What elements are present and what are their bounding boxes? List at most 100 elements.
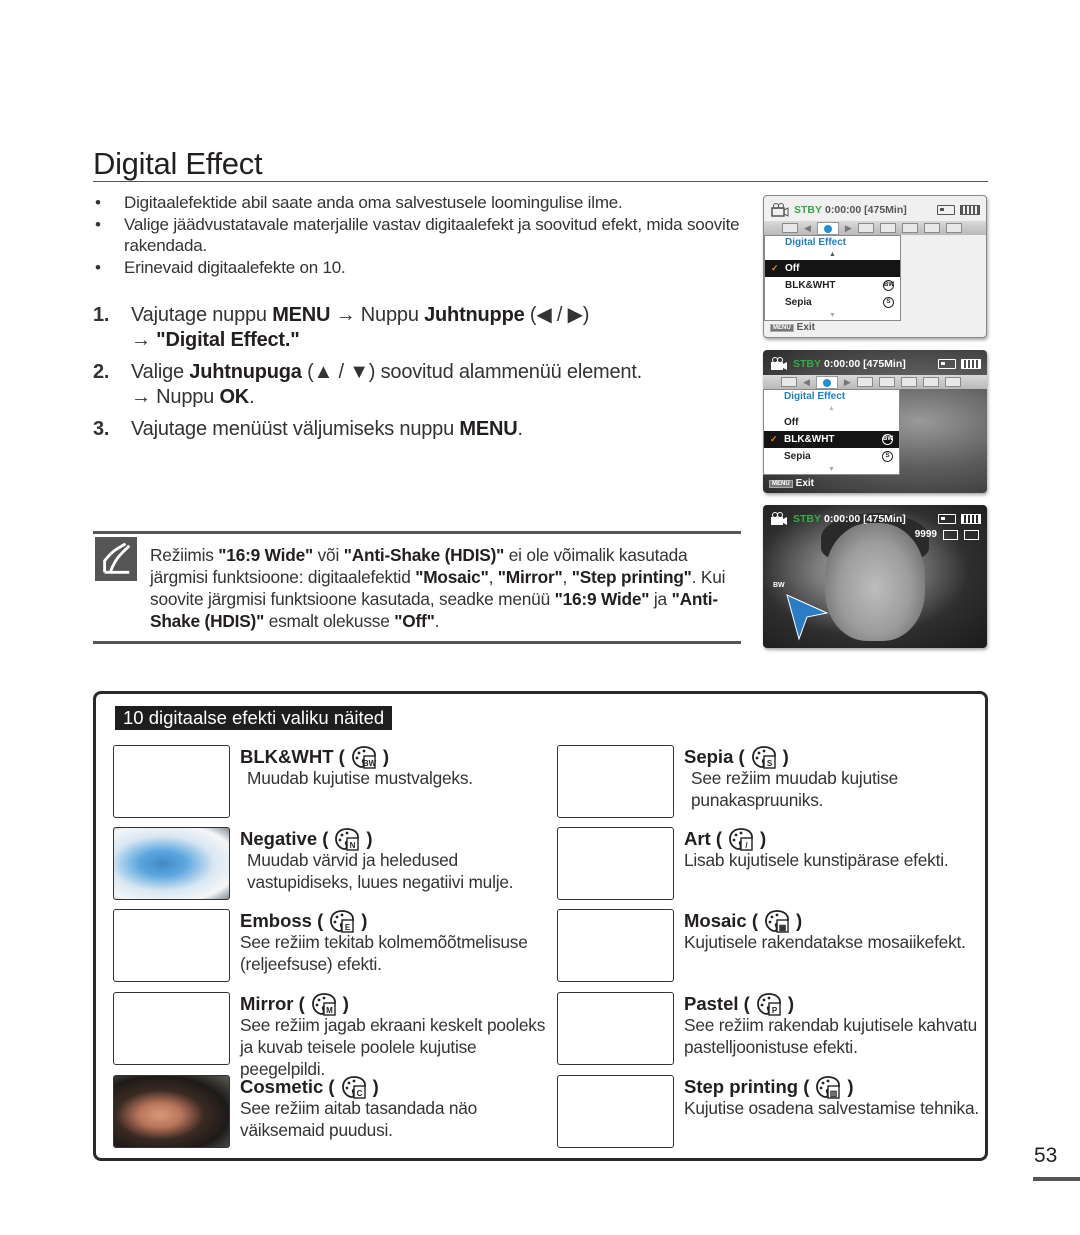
quality-icon [964, 529, 979, 540]
digital-effect-tab-icon [815, 375, 838, 389]
digital-effect-menu: Digital Effect ▲ Off BLK&WHTBW SepiaS ▼ [764, 235, 901, 321]
menu-tab-icon [879, 223, 896, 233]
camcorder-mode-icon [769, 511, 789, 527]
title-divider [93, 181, 988, 182]
instruction-steps: 1. Vajutage nuppu MENU → Nuppu Juhtnuppe… [93, 303, 753, 449]
menu-tab-icon [944, 377, 961, 387]
example-thumbnail [557, 992, 674, 1065]
menu-tab-icon [901, 223, 918, 233]
right-arrow-icon: ▶ [843, 376, 851, 387]
stby-label: STBY [793, 358, 822, 370]
menu-title: Digital Effect [785, 237, 847, 248]
menu-tab-icon [945, 223, 962, 233]
example-thumbnail [557, 745, 674, 818]
memory-card-icon [938, 514, 956, 524]
example-thumbnail [557, 1075, 674, 1148]
remaining-time: [475Min] [863, 358, 906, 370]
status-bar: STBY 0:00:00 [475Min] [769, 509, 981, 529]
menu-item-off[interactable]: Off [764, 414, 899, 431]
step-2: 2. Valige Juhtnupuga (▲ / ▼) soovitud al… [93, 361, 643, 408]
menu-item-blkwht[interactable]: BLK&WHTBW [764, 431, 899, 448]
battery-icon [960, 205, 980, 215]
example-thumbnail [557, 909, 674, 982]
camcorder-mode-icon [769, 356, 789, 372]
note-box: Režiimis "16:9 Wide" või "Anti-Shake (HD… [93, 531, 741, 644]
menu-tab-bar: ◀ ▶ [764, 221, 986, 235]
bw-effect-indicator-icon: BW [773, 582, 785, 589]
effect-name: Mosaic (▦) [684, 909, 803, 933]
exit-hint: MENU Exit [769, 478, 814, 489]
effect-examples-box: 10 digitaalse efekti valiku näited BLK&W… [93, 691, 988, 1161]
effect-description: See režiim muudab kujutise punakaspruuni… [691, 768, 899, 810]
camera-screen-menu-blkwht: STBY 0:00:00 [475Min] ◀ ▶ Digital Effect … [763, 350, 987, 493]
menu-item-off[interactable]: Off [765, 260, 900, 277]
effect-description: See režiim rakendab kujutisele kahvatu p… [684, 1015, 978, 1057]
menu-tab-bar: ◀ ▶ [763, 375, 987, 389]
scroll-up-icon: ▲ [828, 405, 835, 412]
scroll-down-icon: ▼ [828, 466, 835, 473]
effect-name: Negative (N) [240, 828, 373, 851]
mosaic-effect-icon: ▦ [764, 909, 790, 933]
digital-effect-menu: Digital Effect ▲ Off BLK&WHTBW SepiaS ▼ [763, 389, 900, 475]
example-thumbnail [113, 745, 230, 818]
menu-tab-icon [878, 377, 895, 387]
camera-screen-menu-off: STBY 0:00:00 [475Min] ◀ ▶ Digital Effect … [763, 195, 987, 338]
time-counter: 0:00:00 [824, 513, 861, 525]
left-arrow-icon: ◀ [803, 376, 810, 387]
effect-name: Emboss (E) [240, 910, 368, 933]
stby-label: STBY [793, 513, 822, 525]
sepia-effect-icon: S [751, 745, 777, 769]
step-1: 1. Vajutage nuppu MENU → Nuppu Juhtnuppe… [93, 304, 590, 351]
effect-name: BLK&WHT (BW) [240, 746, 389, 769]
bw-effect-icon: BW [883, 280, 894, 291]
example-thumbnail [557, 827, 674, 900]
effect-description: See režiim aitab tasandada näo väiksemai… [240, 1098, 478, 1140]
note-text: Režiimis "16:9 Wide" või "Anti-Shake (HD… [150, 545, 726, 631]
effect-name: Sepia (S) [684, 745, 789, 769]
stby-label: STBY [794, 204, 823, 216]
step-3: 3. Vajutage menüüst väljumiseks nuppu ME… [93, 418, 523, 440]
camera-screen-bw-preview: STBY 0:00:00 [475Min] 9999 BW [763, 505, 987, 648]
menu-tab-icon [781, 377, 797, 387]
effect-description: Kujutise osadena salvestamise tehnika. [684, 1098, 979, 1118]
effect-name: Step printing (▥) [684, 1075, 854, 1099]
status-bar: STBY 0:00:00 [475Min] [770, 200, 980, 220]
camcorder-mode-icon [770, 202, 790, 218]
menu-tab-icon [922, 377, 939, 387]
effect-name: Cosmetic (C) [240, 1076, 379, 1099]
mirror-effect-icon: M [311, 992, 337, 1016]
effect-description: Muudab värvid ja heledused vastupidiseks… [247, 850, 514, 892]
memory-card-icon [938, 359, 956, 369]
page-number: 53 [1034, 1144, 1058, 1167]
intro-bullet-list: • Digitaalefektide abil saate anda oma sa… [93, 192, 743, 278]
bullet-item: • Valige jäädvustatavale materjalile vast… [95, 214, 740, 256]
memory-card-icon [937, 205, 955, 215]
effect-description: Muudab kujutise mustvalgeks. [247, 768, 473, 788]
battery-icon [961, 359, 981, 369]
sepia-effect-icon: S [882, 451, 893, 462]
menu-tab-icon [782, 223, 798, 233]
battery-icon [961, 514, 981, 524]
photo-size-icon [943, 529, 958, 540]
effect-name: Mirror (M) [240, 992, 349, 1016]
effect-description: Kujutisele rakendatakse mosaiikefekt. [684, 932, 966, 952]
menu-item-sepia[interactable]: Sepia S [765, 294, 900, 311]
effect-description: See režiim tekitab kolmemõõtmelisuse (re… [240, 932, 528, 974]
menu-item-sepia[interactable]: Sepia S [764, 448, 899, 465]
examples-heading: 10 digitaalse efekti valiku näited [115, 706, 393, 730]
step-printing-effect-icon: ▥ [815, 1075, 841, 1099]
menu-item-blkwht[interactable]: BLK&WHTBW [765, 277, 900, 294]
menu-tab-icon [900, 377, 917, 387]
page-title: Digital Effect [93, 146, 263, 181]
bullet-item: • Erinevaid digitaalefekte on 10. [95, 257, 346, 277]
menu-title: Digital Effect [784, 391, 846, 402]
bullet-dot: • [95, 214, 101, 234]
time-counter: 0:00:00 [825, 204, 862, 216]
exit-hint: MENU Exit [770, 322, 815, 333]
scroll-up-icon: ▲ [829, 251, 836, 258]
page-number-rule [1033, 1177, 1080, 1181]
menu-tab-icon [857, 223, 874, 233]
right-arrow-icon: ▶ [844, 222, 852, 233]
digital-effect-tab-icon [816, 221, 839, 235]
preview-image-face [825, 523, 925, 641]
